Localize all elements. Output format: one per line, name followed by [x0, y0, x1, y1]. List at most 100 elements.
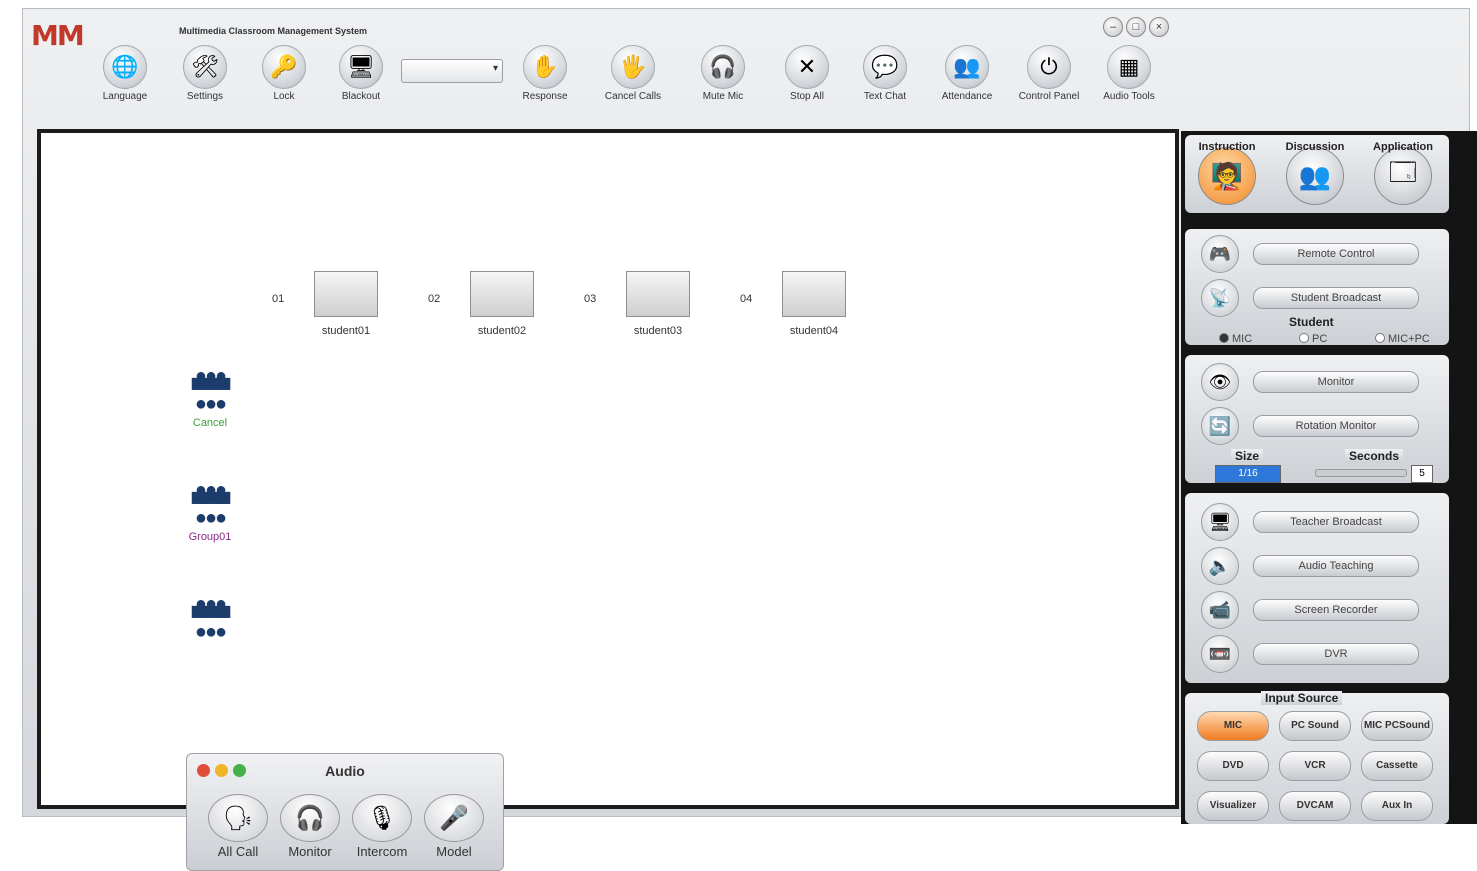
- toolbar-label: Language: [102, 91, 148, 102]
- teacher-broadcast-icon: 🖥: [1201, 503, 1239, 541]
- stop-x-icon: ✕: [785, 45, 829, 89]
- app-logo: MM: [31, 19, 85, 52]
- input-source-mic-pcsound[interactable]: MIC PCSound: [1361, 711, 1433, 741]
- student-broadcast-button[interactable]: 📡 Student Broadcast: [1201, 279, 1431, 317]
- headset-icon: 🎧: [701, 45, 745, 89]
- student-seat[interactable]: 04 student04: [740, 271, 854, 337]
- input-source-dvcam[interactable]: DVCAM: [1279, 791, 1351, 821]
- class-select[interactable]: [401, 59, 503, 83]
- student-seat[interactable]: 01 student01: [272, 271, 386, 337]
- button-label: Remote Control: [1253, 243, 1419, 265]
- seat-number: 04: [740, 293, 753, 305]
- audio-title: Audio: [325, 763, 365, 779]
- classroom-canvas[interactable]: 01 student01 02 student02 03 student03 04 stude…: [37, 129, 1179, 871]
- student-screen[interactable]: [782, 271, 846, 317]
- toolbar-button-7[interactable]: ✕ Stop All: [767, 45, 847, 102]
- audio-button-label: All Call: [217, 844, 259, 859]
- toolbar-button-11[interactable]: ▦ Audio Tools: [1089, 45, 1169, 102]
- audio-intercom-button[interactable]: 🎙 Intercom: [349, 794, 415, 859]
- input-source-pc-sound[interactable]: PC Sound: [1279, 711, 1351, 741]
- audio-all-call-button[interactable]: 🗣 All Call: [205, 794, 271, 859]
- audio-teaching-button[interactable]: 🔈 Audio Teaching: [1201, 547, 1431, 585]
- toolbar-button-5[interactable]: 🖐 Cancel Calls: [593, 45, 673, 102]
- toolbar-label: Blackout: [341, 91, 381, 102]
- mode-tab-discussion[interactable]: 👥 Discussion: [1275, 141, 1355, 205]
- student-option-mic[interactable]: MIC: [1219, 333, 1252, 345]
- button-label: Screen Recorder: [1253, 599, 1419, 621]
- discussion-icon: 👥: [1286, 147, 1344, 205]
- group-item[interactable]: ●●● ▀▀▀ ●●●: [175, 594, 245, 645]
- toolbar-button-10[interactable]: ⏻ Control Panel: [1009, 45, 1089, 102]
- input-source-aux-in[interactable]: Aux In: [1361, 791, 1433, 821]
- toolbar-button-6[interactable]: 🎧 Mute Mic: [683, 45, 763, 102]
- student-name: student04: [789, 325, 839, 337]
- input-source-vcr[interactable]: VCR: [1279, 751, 1351, 781]
- input-source-mic[interactable]: MIC: [1197, 711, 1269, 741]
- input-source-visualizer[interactable]: Visualizer: [1197, 791, 1269, 821]
- audio-button-label: Monitor: [288, 844, 332, 859]
- video-camera-icon: 📹: [1201, 591, 1239, 629]
- mode-tab-application[interactable]: 🗔 Application: [1363, 141, 1443, 205]
- student-screen[interactable]: [470, 271, 534, 317]
- seconds-input[interactable]: 5: [1411, 465, 1433, 483]
- student-option-pc[interactable]: PC: [1299, 333, 1327, 345]
- mode-tab-instruction[interactable]: 🧑‍🏫 Instruction: [1187, 141, 1267, 205]
- student-screen[interactable]: [626, 271, 690, 317]
- mode-label: Application: [1373, 141, 1433, 153]
- student-seat[interactable]: 03 student03: [584, 271, 698, 337]
- remote-control-icon: 🎮: [1201, 235, 1239, 273]
- monitor-button[interactable]: 👁 Monitor: [1201, 363, 1431, 401]
- input-source-dvd[interactable]: DVD: [1197, 751, 1269, 781]
- app-title: Multimedia Classroom Management System: [179, 26, 368, 36]
- audio-monitor-button[interactable]: 🎧 Monitor: [277, 794, 343, 859]
- toolbar-button-9[interactable]: 👥 Attendance: [927, 45, 1007, 102]
- toolbar-label: Stop All: [790, 91, 824, 102]
- toolbar-button-8[interactable]: 💬 Text Chat: [845, 45, 925, 102]
- teacher-broadcast-button[interactable]: 🖥 Teacher Broadcast: [1201, 503, 1431, 541]
- maximize-button[interactable]: □: [1126, 17, 1146, 37]
- toolbar-label: Text Chat: [863, 91, 907, 102]
- mode-label: Instruction: [1198, 141, 1256, 153]
- student-seat[interactable]: 02 student02: [428, 271, 542, 337]
- student-screen[interactable]: [314, 271, 378, 317]
- toolbar-label: Control Panel: [1018, 91, 1080, 102]
- power-icon: ⏻: [1027, 45, 1071, 89]
- dvr-button[interactable]: 📼 DVR: [1201, 635, 1431, 673]
- toolbar-label: Lock: [273, 91, 295, 102]
- toolbar-label: Audio Tools: [1103, 91, 1155, 102]
- toolbar-button-1[interactable]: 🛠 Settings: [165, 45, 245, 102]
- application-icon: 🗔: [1374, 147, 1432, 205]
- tools-icon: 🛠: [183, 45, 227, 89]
- seat-number: 03: [584, 293, 597, 305]
- student-panel: 🎮 Remote Control 📡 Student Broadcast Studen…: [1185, 229, 1449, 345]
- remote-control-button[interactable]: 🎮 Remote Control: [1201, 235, 1431, 273]
- toolbar-button-0[interactable]: 🌐 Language: [85, 45, 165, 102]
- seat-number: 01: [272, 293, 285, 305]
- toolbar-label: Cancel Calls: [604, 91, 662, 102]
- minimize-button[interactable]: –: [1103, 17, 1123, 37]
- rotation-monitor-button[interactable]: 🔄 Rotation Monitor: [1201, 407, 1431, 445]
- group-item[interactable]: ●●● ▀▀▀ ●●● Cancel: [175, 366, 245, 429]
- student-broadcast-icon: 📡: [1201, 279, 1239, 317]
- toolbar-label: Settings: [186, 91, 224, 102]
- input-source-cassette[interactable]: Cassette: [1361, 751, 1433, 781]
- toolbar-button-3[interactable]: 🖥 Blackout: [321, 45, 401, 102]
- student-option-mic-pc[interactable]: MIC+PC: [1375, 333, 1430, 345]
- radio-label: MIC: [1232, 333, 1253, 345]
- button-label: DVR: [1253, 643, 1419, 665]
- group-item[interactable]: ●●● ▀▀▀ ●●● Group01: [175, 480, 245, 543]
- audio-tools-icon: ▦: [1107, 45, 1151, 89]
- screen-recorder-button[interactable]: 📹 Screen Recorder: [1201, 591, 1431, 629]
- monitor-icon: 🖥: [339, 45, 383, 89]
- audio-model-button[interactable]: 🎤 Model: [421, 794, 487, 859]
- button-label: Monitor: [1253, 371, 1419, 393]
- input-source-panel: Input Source MIC PC Sound MIC PCSound DVD VC…: [1185, 691, 1449, 824]
- toolbar-button-4[interactable]: ✋ Response: [505, 45, 585, 102]
- toolbar-button-2[interactable]: 🔑 Lock: [244, 45, 324, 102]
- seconds-slider[interactable]: [1315, 469, 1407, 477]
- close-button[interactable]: ×: [1149, 17, 1169, 37]
- size-select[interactable]: 1/16: [1215, 465, 1281, 483]
- monitor-panel: 👁 Monitor 🔄 Rotation Monitor Size Seconds 1…: [1185, 355, 1449, 483]
- speaking-head-icon: 🗣: [208, 794, 268, 842]
- key-icon: 🔑: [262, 45, 306, 89]
